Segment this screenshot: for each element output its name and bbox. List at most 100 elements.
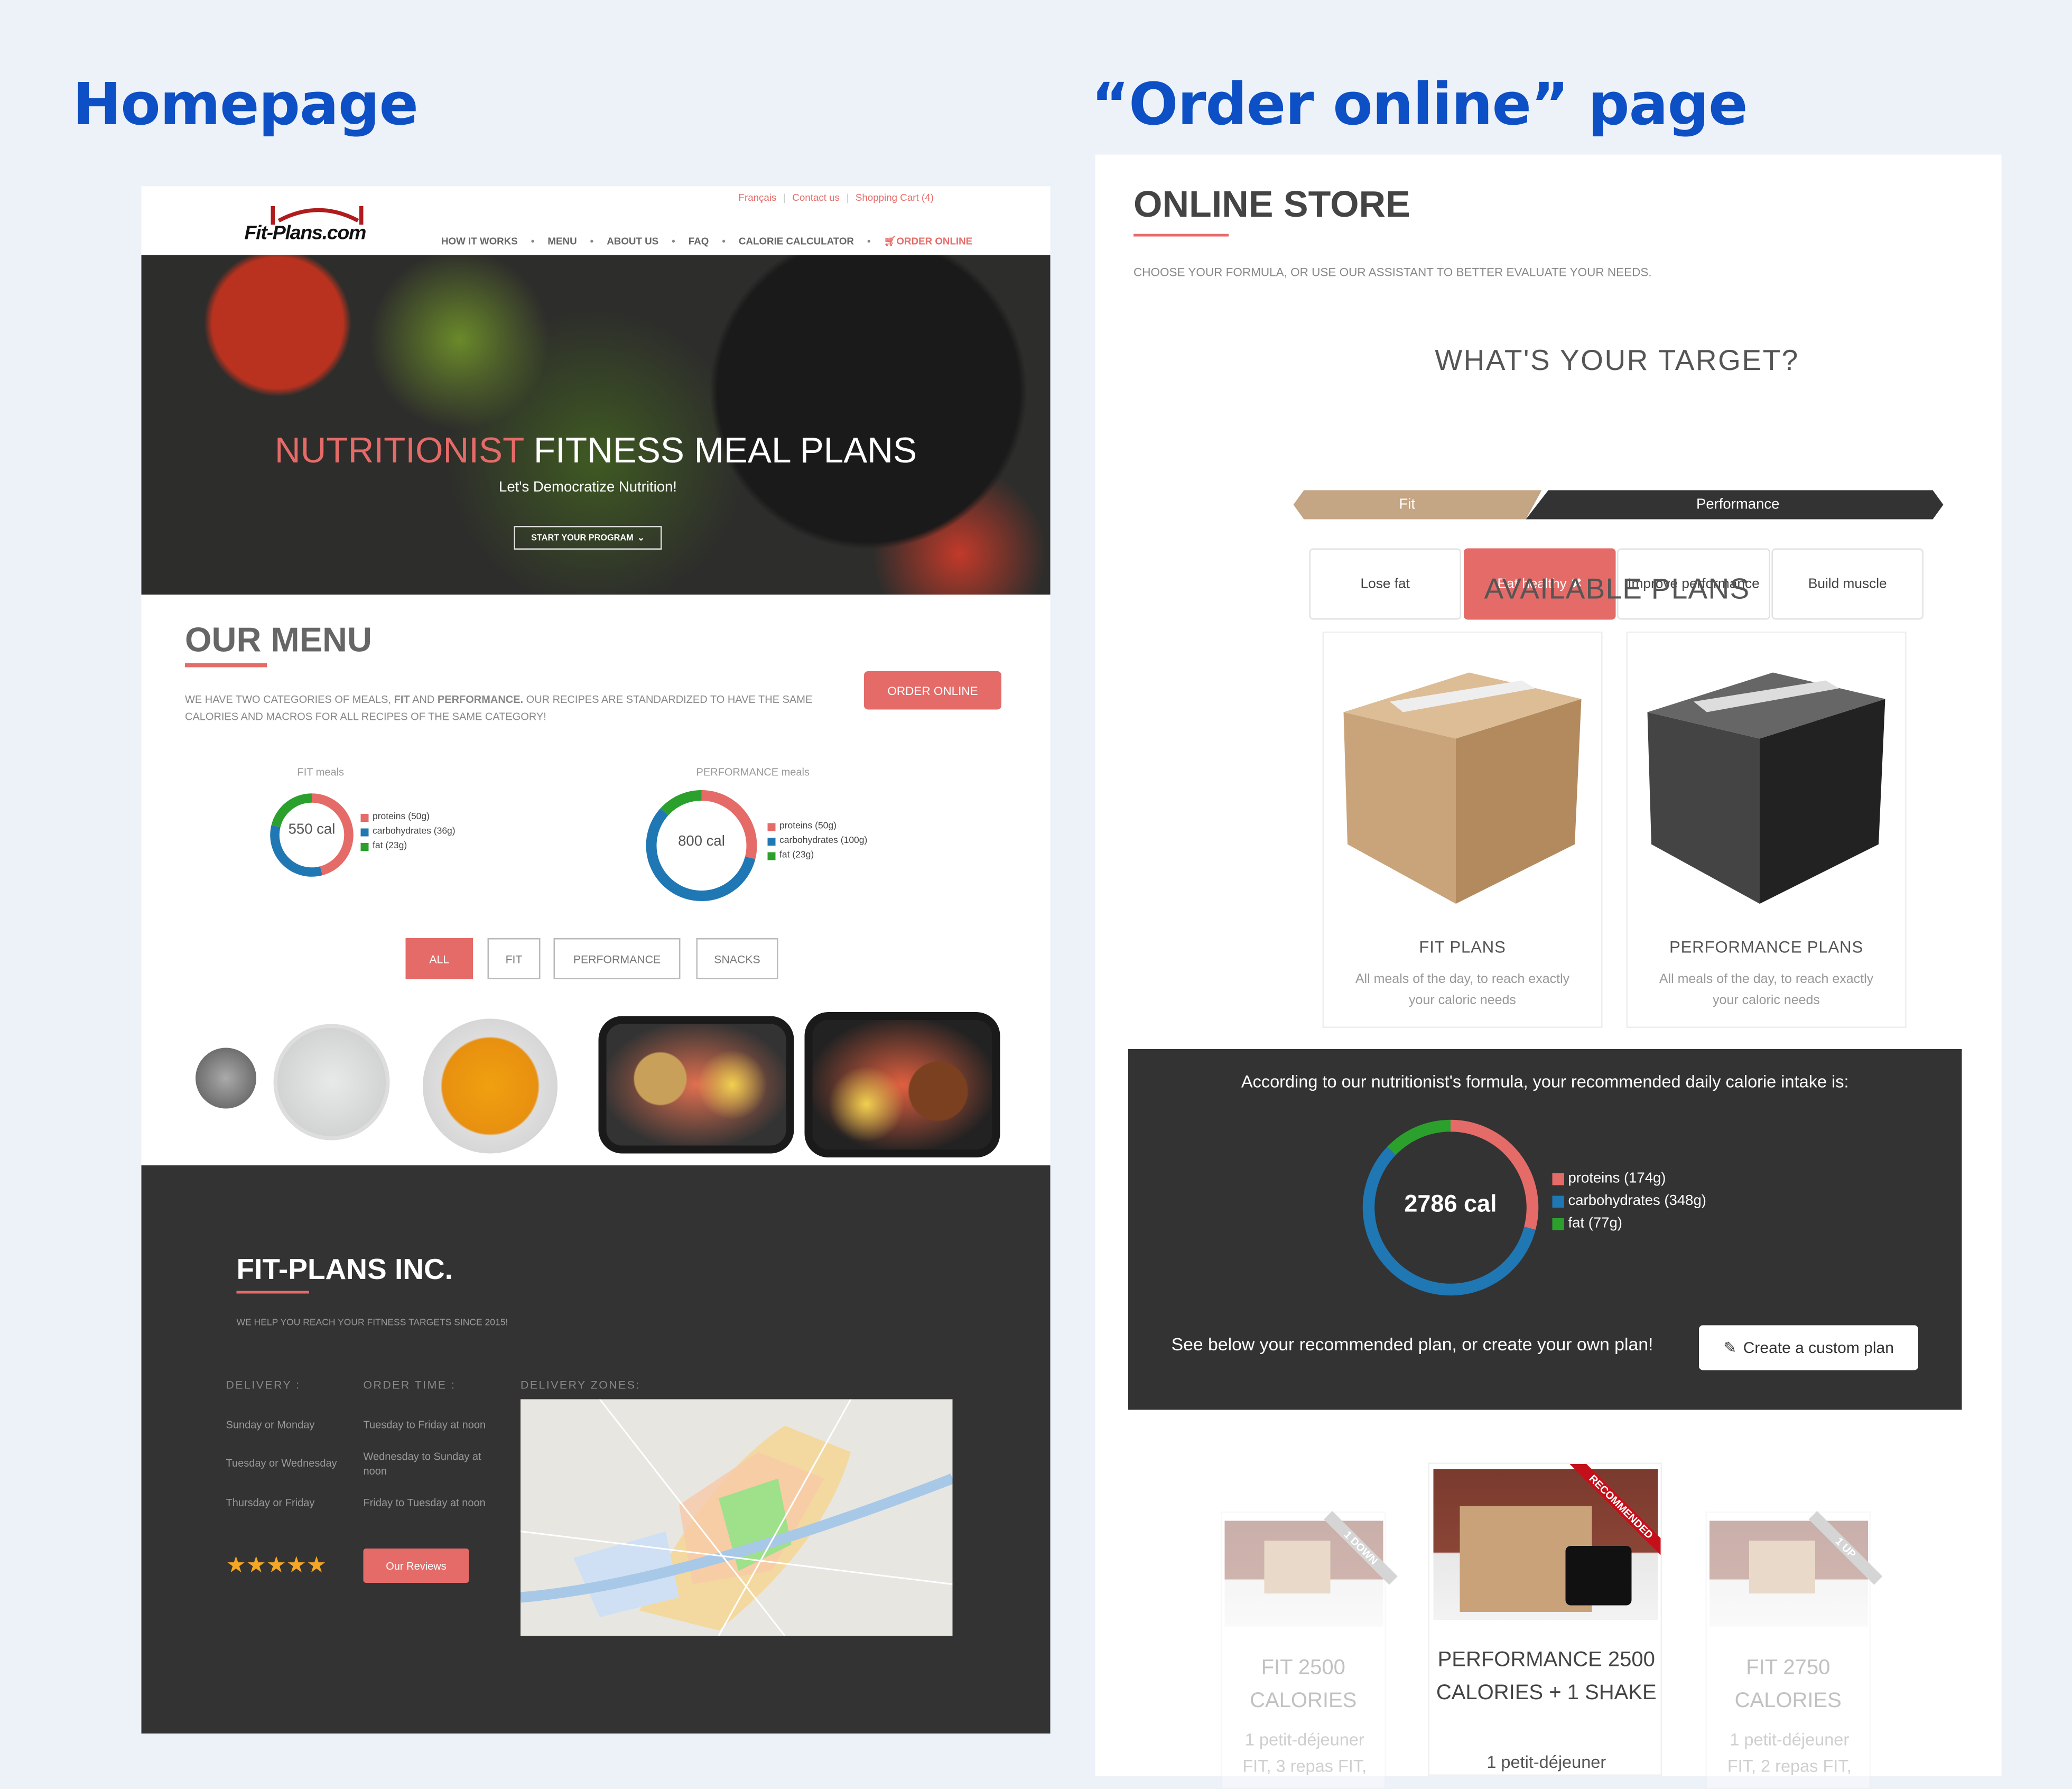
carbohydrates-segment	[652, 812, 750, 896]
menu-item-breakfast[interactable]	[599, 1016, 794, 1154]
logo-text: Fit-Plans.com	[245, 222, 366, 245]
nav-order-online[interactable]: 🛒︎ORDER ONLINE	[884, 235, 973, 247]
fit-chart-center: 550 cal	[268, 822, 356, 838]
product-card[interactable]: 1 DOWN FIT 2500 CALORIES 1 petit-déjeune…	[1221, 1512, 1386, 1789]
plan-title: PERFORMANCE PLANS	[1628, 938, 1905, 957]
menu-item-bagel[interactable]	[805, 1012, 1000, 1157]
delivery-day: Tuesday or Wednesday	[226, 1458, 337, 1470]
nav-menu[interactable]: MENU	[547, 235, 577, 247]
filter-snacks[interactable]: SNACKS	[696, 938, 778, 979]
start-program-button[interactable]: START YOUR PROGRAM⌄	[514, 526, 662, 550]
nav-about-us[interactable]: ABOUT US	[607, 235, 658, 247]
footer-title: FIT-PLANS INC.	[237, 1253, 453, 1287]
plan-description: All meals of the day, to reach exactly y…	[1648, 970, 1885, 1012]
rating-stars: ★★★★★	[226, 1553, 327, 1579]
product-image	[1225, 1521, 1383, 1627]
fit-plans-card[interactable]: FIT PLANS All meals of the day, to reach…	[1323, 632, 1603, 1028]
our-reviews-button[interactable]: Our Reviews	[364, 1549, 469, 1583]
menu-item-snack[interactable]	[196, 1048, 256, 1109]
recommendation-note: See below your recommended plan, or crea…	[1168, 1332, 1657, 1358]
title-underline	[237, 1291, 310, 1294]
delivery-zones-map[interactable]	[521, 1399, 953, 1636]
product-description: 1 petit-déjeuner	[1436, 1752, 1657, 1772]
nav-how-it-works[interactable]: HOW IT WORKS	[441, 235, 518, 247]
hero-title: NUTRITIONIST FITNESS MEAL PLANS	[142, 431, 1051, 472]
filter-all[interactable]: ALL	[406, 938, 473, 979]
language-link[interactable]: Français	[739, 192, 777, 204]
fit-legend: proteins (50g) carbohydrates (36g) fat (…	[361, 810, 456, 854]
nav-faq[interactable]: FAQ	[689, 235, 709, 247]
main-nav: HOW IT WORKS• MENU• ABOUT US• FAQ• CALOR…	[441, 235, 972, 247]
store-subtitle: CHOOSE YOUR FORMULA, OR USE OUR ASSISTAN…	[1133, 266, 1652, 279]
legend-item: carbohydrates (348g)	[1553, 1191, 1706, 1213]
legend-item: proteins (50g)	[768, 819, 868, 834]
recommendation-intro: According to our nutritionist's formula,…	[1128, 1072, 1962, 1092]
order-page-heading: “Order online” page	[1091, 71, 1747, 139]
product-title: FIT 2500 CALORIES	[1222, 1652, 1385, 1718]
menu-item-yogurt[interactable]	[274, 1024, 390, 1141]
order-time-heading: ORDER TIME :	[364, 1378, 456, 1392]
order-time: Tuesday to Friday at noon	[364, 1419, 503, 1431]
top-links: Français| Contact us| Shopping Cart (4)	[739, 192, 934, 204]
title-underline	[1133, 234, 1229, 237]
brown-box-image	[1337, 660, 1588, 911]
order-online-button[interactable]: ORDER ONLINE	[864, 671, 1001, 710]
calorie-legend: proteins (174g) carbohydrates (348g) fat…	[1553, 1168, 1706, 1236]
product-image	[1434, 1469, 1658, 1620]
cart-link[interactable]: Shopping Cart (4)	[856, 192, 934, 204]
nav-calorie-calculator[interactable]: CALORIE CALCULATOR	[739, 235, 854, 247]
product-image	[1709, 1521, 1868, 1627]
filter-fit[interactable]: FIT	[488, 938, 541, 979]
legend-item: fat (23g)	[361, 839, 456, 854]
footer-tagline: WE HELP YOU REACH YOUR FITNESS TARGETS S…	[237, 1319, 508, 1328]
menu-description: WE HAVE TWO CATEGORIES OF MEALS, FIT AND…	[185, 691, 832, 726]
legend-item: carbohydrates (100g)	[768, 834, 868, 849]
product-card[interactable]: 1 UP FIT 2750 CALORIES 1 petit-déjeuner …	[1706, 1512, 1871, 1789]
recommendation-panel: According to our nutritionist's formula,…	[1128, 1049, 1962, 1410]
performance-chart-center: 800 cal	[644, 834, 760, 850]
product-description: 1 petit-déjeuner FIT, 3 repas FIT,	[1229, 1727, 1381, 1780]
delivery-day: Sunday or Monday	[226, 1419, 315, 1431]
hero-subtitle: Let's Democratize Nutrition!	[142, 480, 1035, 496]
filter-performance[interactable]: PERFORMANCE	[554, 938, 681, 979]
scale-performance-label: Performance	[1696, 497, 1779, 513]
performance-chart-title: PERFORMANCE meals	[696, 766, 810, 778]
title-underline	[185, 663, 267, 668]
order-page-screenshot: ONLINE STORE CHOOSE YOUR FORMULA, OR USE…	[1095, 155, 2002, 1776]
pencil-icon: ✎	[1723, 1339, 1736, 1357]
legend-item: carbohydrates (36g)	[361, 824, 456, 839]
fat-segment	[1391, 1126, 1451, 1151]
legend-item: proteins (174g)	[1553, 1168, 1706, 1191]
scale-fit-label: Fit	[1399, 497, 1416, 513]
menu-item-mango[interactable]	[423, 1019, 558, 1154]
target-title: WHAT'S YOUR TARGET?	[1095, 344, 2072, 378]
plan-description: All meals of the day, to reach exactly y…	[1344, 970, 1582, 1012]
fit-performance-scale	[1294, 490, 1946, 522]
carbohydrates-segment	[1369, 1151, 1530, 1290]
delivery-day: Thursday or Friday	[226, 1497, 315, 1509]
fit-chart-title: FIT meals	[298, 766, 345, 778]
performance-plans-card[interactable]: PERFORMANCE PLANS All meals of the day, …	[1627, 632, 1907, 1028]
menu-title: OUR MENU	[185, 620, 372, 661]
store-title: ONLINE STORE	[1133, 184, 1410, 226]
delivery-zones-heading: DELIVERY ZONES:	[521, 1378, 640, 1392]
order-time: Wednesday to Sunday at noon	[364, 1450, 503, 1479]
hero-banner: NUTRITIONIST FITNESS MEAL PLANS Let's De…	[142, 255, 1051, 595]
recommended-product-card[interactable]: RECOMMENDED PERFORMANCE 2500 CALORIES + …	[1428, 1463, 1662, 1776]
footer: FIT-PLANS INC. WE HELP YOU REACH YOUR FI…	[142, 1165, 1051, 1734]
product-description: 1 petit-déjeuner FIT, 2 repas FIT,	[1714, 1727, 1866, 1780]
plan-title: FIT PLANS	[1324, 938, 1601, 957]
performance-legend: proteins (50g) carbohydrates (100g) fat …	[768, 819, 868, 863]
calorie-center-label: 2786 cal	[1360, 1191, 1542, 1219]
homepage-screenshot: Français| Contact us| Shopping Cart (4) …	[142, 187, 1051, 1734]
plans-title: AVAILABLE PLANS	[1095, 572, 2072, 607]
product-title: PERFORMANCE 2500 CALORIES + 1 SHAKE	[1436, 1644, 1657, 1710]
chevron-down-icon: ⌄	[637, 533, 645, 543]
logo[interactable]: Fit-Plans.com	[242, 202, 394, 247]
contact-link[interactable]: Contact us	[792, 192, 840, 204]
legend-item: fat (77g)	[1553, 1213, 1706, 1236]
create-custom-plan-button[interactable]: ✎Create a custom plan	[1699, 1325, 1918, 1370]
delivery-heading: DELIVERY :	[226, 1378, 301, 1392]
order-time: Friday to Tuesday at noon	[364, 1497, 503, 1509]
cart-icon: 🛒︎	[884, 235, 897, 247]
